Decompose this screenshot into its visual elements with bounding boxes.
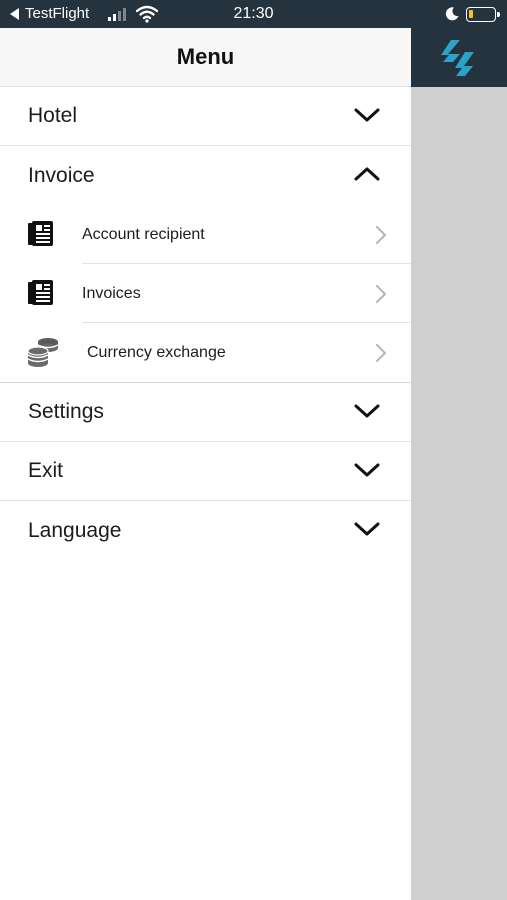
- menu-section-hotel[interactable]: Hotel: [0, 87, 411, 146]
- submenu-item-label: Invoices: [82, 284, 141, 302]
- content-overlay[interactable]: [411, 28, 507, 900]
- do-not-disturb-moon-icon: [445, 7, 459, 21]
- submenu-item-invoices[interactable]: Invoices: [0, 264, 411, 323]
- section-label: Language: [28, 518, 122, 542]
- section-label: Hotel: [28, 104, 78, 127]
- chevron-right-icon: [376, 344, 386, 362]
- menu-title: Menu: [176, 44, 235, 69]
- section-label: Exit: [28, 459, 64, 482]
- document-icon: [28, 221, 53, 246]
- chevron-up-icon: [354, 167, 380, 181]
- submenu-item-label: Account recipient: [82, 225, 205, 243]
- chevron-right-icon: [376, 226, 386, 244]
- menu-section-settings[interactable]: Settings: [0, 383, 411, 442]
- menu-header: Menu: [0, 28, 411, 87]
- chevron-right-icon: [376, 285, 386, 303]
- invoice-submenu: Account recipient Invoices Currency exch…: [0, 205, 411, 383]
- chevron-down-icon: [354, 463, 380, 477]
- chevron-down-icon: [354, 108, 380, 122]
- app-logo-icon: [441, 40, 474, 76]
- menu-section-exit[interactable]: Exit: [0, 442, 411, 501]
- side-menu-drawer: Menu Hotel Invoice Account recipient Inv…: [0, 28, 411, 900]
- clock: 21:30: [233, 5, 274, 22]
- menu-section-language[interactable]: Language: [0, 501, 411, 560]
- status-bar: TestFlight 21:30: [0, 0, 507, 28]
- document-icon: [28, 280, 53, 305]
- section-label: Settings: [28, 400, 104, 423]
- submenu-item-label: Currency exchange: [87, 343, 226, 361]
- battery-icon: [466, 7, 500, 22]
- menu-section-invoice[interactable]: Invoice: [0, 146, 411, 205]
- submenu-item-currency-exchange[interactable]: Currency exchange: [0, 323, 411, 382]
- chevron-down-icon: [354, 404, 380, 418]
- coins-icon: [27, 338, 59, 367]
- chevron-down-icon: [354, 522, 380, 536]
- section-label: Invoice: [28, 163, 95, 187]
- submenu-item-account-recipient[interactable]: Account recipient: [0, 205, 411, 264]
- app-header-strip: [411, 28, 507, 87]
